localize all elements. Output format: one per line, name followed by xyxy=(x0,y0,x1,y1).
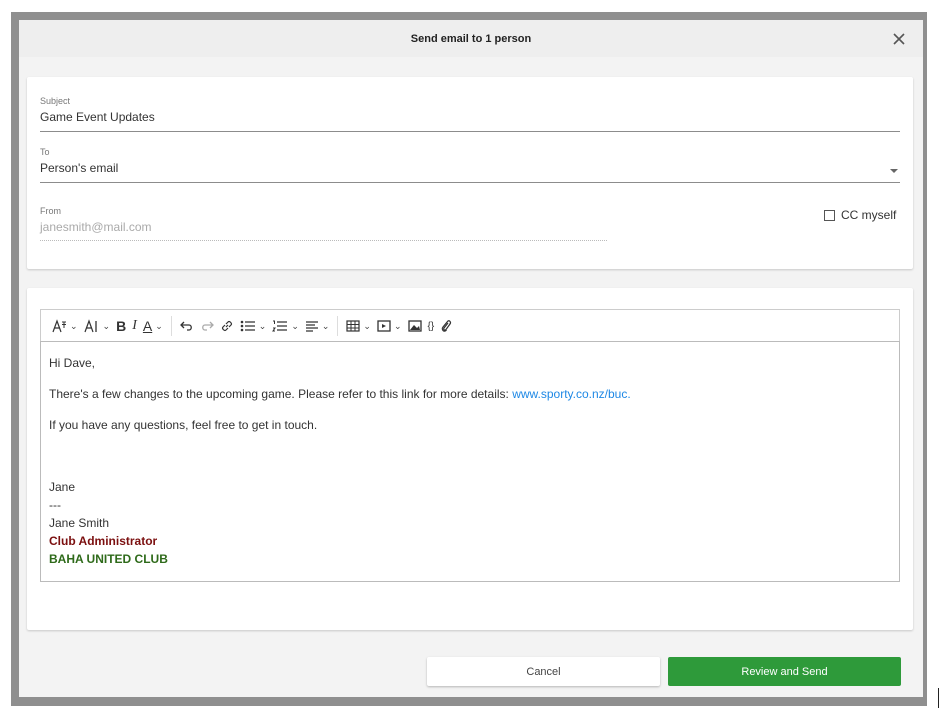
body-paragraph-1: There's a few changes to the upcoming ga… xyxy=(49,385,891,403)
italic-button[interactable]: I xyxy=(129,314,140,338)
chevron-down-icon: ⌄ xyxy=(258,320,267,331)
email-fields-card: Subject Game Event Updates To Person's e… xyxy=(27,77,913,269)
body-paragraph-2: If you have any questions, feel free to … xyxy=(49,418,318,432)
image-icon xyxy=(407,320,422,332)
align-left-icon xyxy=(305,321,318,332)
close-button[interactable] xyxy=(889,29,909,49)
bold-icon: B xyxy=(116,318,127,334)
cc-myself-label: CC myself xyxy=(841,208,897,222)
subject-underline xyxy=(40,131,900,132)
font-size-button[interactable]: ⌄ xyxy=(81,314,114,338)
video-icon xyxy=(377,320,391,332)
chevron-down-icon[interactable] xyxy=(890,169,898,173)
body-signoff: Jane xyxy=(49,480,76,494)
redo-icon xyxy=(201,321,214,331)
bold-button[interactable]: B xyxy=(113,314,129,338)
close-icon xyxy=(893,33,905,45)
chevron-down-icon: ⌄ xyxy=(102,320,111,331)
body-link[interactable]: www.sporty.co.nz/buc. xyxy=(512,387,631,401)
redo-button[interactable] xyxy=(197,314,217,338)
toolbar-divider xyxy=(170,316,172,336)
numbered-list-icon xyxy=(272,320,288,332)
cancel-button[interactable]: Cancel xyxy=(427,657,660,686)
text-color-icon: A xyxy=(142,318,153,334)
cc-myself-checkbox[interactable]: CC myself xyxy=(824,208,896,222)
chevron-down-icon: ⌄ xyxy=(291,320,299,331)
chevron-down-icon: ⌄ xyxy=(363,320,371,331)
numbered-list-button[interactable]: ⌄ xyxy=(269,314,302,338)
dialog-header: Send email to 1 person xyxy=(19,20,923,57)
from-field: From janesmith@mail.com xyxy=(40,206,152,234)
signature-title: Club Administrator xyxy=(49,534,158,548)
review-and-send-button[interactable]: Review and Send xyxy=(668,657,901,686)
subject-input[interactable]: Game Event Updates xyxy=(40,110,900,124)
attachment-button[interactable] xyxy=(437,314,455,338)
to-underline xyxy=(40,182,900,183)
align-button[interactable]: ⌄ xyxy=(302,314,333,338)
body-line1-text: There's a few changes to the upcoming ga… xyxy=(49,387,513,401)
body-greeting: Hi Dave, xyxy=(49,356,96,370)
signature-name: Jane Smith xyxy=(49,516,110,530)
text-cursor xyxy=(938,688,939,708)
dialog-title: Send email to 1 person xyxy=(410,32,532,45)
link-button[interactable] xyxy=(217,314,237,338)
subject-field[interactable]: Subject Game Event Updates xyxy=(40,96,900,124)
toolbar-divider xyxy=(337,316,339,336)
from-value: janesmith@mail.com xyxy=(40,220,152,234)
font-family-button[interactable]: ⌄ xyxy=(49,314,81,338)
font-family-icon xyxy=(52,319,66,333)
chevron-down-icon: ⌄ xyxy=(393,320,402,331)
chevron-down-icon: ⌄ xyxy=(321,320,330,331)
to-label: To xyxy=(40,147,50,157)
chevron-down-icon: ⌄ xyxy=(155,320,163,331)
italic-icon: I xyxy=(132,318,137,333)
link-icon xyxy=(221,321,232,331)
send-email-dialog: Send email to 1 person Subject Game Even… xyxy=(19,20,923,697)
editor-toolbar: ⌄ ⌄ B I A ⌄ ⌄ ⌄ ⌄ ⌄ ⌄ {} xyxy=(40,309,900,342)
to-field[interactable]: To Person's email xyxy=(40,147,900,175)
email-editor-card: ⌄ ⌄ B I A ⌄ ⌄ ⌄ ⌄ ⌄ ⌄ {} Hi Dave, There'… xyxy=(27,288,913,630)
paperclip-icon xyxy=(441,320,452,332)
undo-button[interactable] xyxy=(177,314,197,338)
font-size-icon xyxy=(83,319,97,333)
signature-club: BAHA UNITED CLUB xyxy=(49,552,168,566)
text-color-button[interactable]: A ⌄ xyxy=(140,314,166,338)
from-underline xyxy=(40,240,607,241)
signature-separator: --- xyxy=(49,498,61,512)
code-button[interactable]: {} xyxy=(425,314,438,338)
media-button[interactable]: ⌄ xyxy=(374,314,405,338)
checkbox-icon[interactable] xyxy=(824,209,835,221)
image-button[interactable] xyxy=(405,314,425,338)
bullet-list-button[interactable]: ⌄ xyxy=(237,314,270,338)
code-icon: {} xyxy=(427,320,435,332)
subject-label: Subject xyxy=(40,96,71,106)
email-body-editor[interactable]: Hi Dave, There's a few changes to the up… xyxy=(40,341,900,582)
chevron-down-icon: ⌄ xyxy=(70,320,78,331)
table-icon xyxy=(346,320,361,332)
from-label: From xyxy=(40,206,61,216)
undo-icon xyxy=(179,321,192,331)
to-select[interactable]: Person's email xyxy=(40,161,900,175)
table-button[interactable]: ⌄ xyxy=(343,314,374,338)
bullet-list-icon xyxy=(240,320,255,332)
